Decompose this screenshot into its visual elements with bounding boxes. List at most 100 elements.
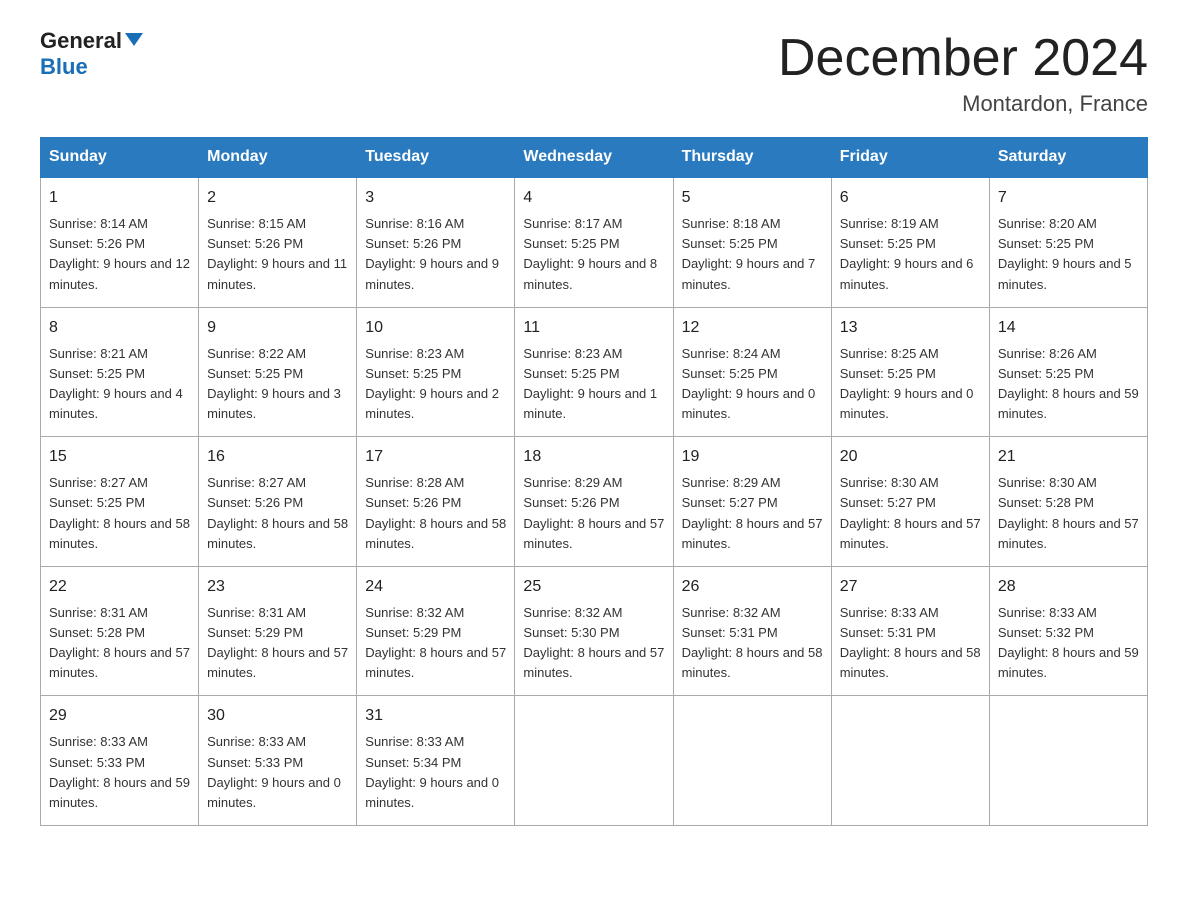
day-number: 21 — [998, 445, 1139, 469]
day-cell: 8Sunrise: 8:21 AMSunset: 5:25 PMDaylight… — [41, 307, 199, 437]
logo: General Blue — [40, 30, 143, 80]
day-number: 16 — [207, 445, 348, 469]
day-info: Sunrise: 8:33 AMSunset: 5:33 PMDaylight:… — [207, 732, 348, 813]
day-info: Sunrise: 8:27 AMSunset: 5:26 PMDaylight:… — [207, 473, 348, 554]
day-info: Sunrise: 8:33 AMSunset: 5:33 PMDaylight:… — [49, 732, 190, 813]
day-info: Sunrise: 8:19 AMSunset: 5:25 PMDaylight:… — [840, 214, 981, 295]
day-cell — [515, 696, 673, 826]
calendar-header-row: SundayMondayTuesdayWednesdayThursdayFrid… — [41, 138, 1148, 178]
day-info: Sunrise: 8:22 AMSunset: 5:25 PMDaylight:… — [207, 344, 348, 425]
day-number: 18 — [523, 445, 664, 469]
day-info: Sunrise: 8:20 AMSunset: 5:25 PMDaylight:… — [998, 214, 1139, 295]
day-number: 6 — [840, 186, 981, 210]
day-cell: 4Sunrise: 8:17 AMSunset: 5:25 PMDaylight… — [515, 177, 673, 307]
day-info: Sunrise: 8:14 AMSunset: 5:26 PMDaylight:… — [49, 214, 190, 295]
col-header-wednesday: Wednesday — [515, 138, 673, 178]
day-number: 2 — [207, 186, 348, 210]
day-cell: 28 Sunrise: 8:33 AMSunset: 5:32 PMDayligh… — [989, 566, 1147, 696]
day-cell: 9 Sunrise: 8:22 AMSunset: 5:25 PMDaylight… — [199, 307, 357, 437]
page-header: General Blue December 2024 Montardon, Fr… — [40, 30, 1148, 117]
day-cell — [831, 696, 989, 826]
day-number: 11 — [523, 316, 664, 340]
day-info: Sunrise: 8:15 AMSunset: 5:26 PMDaylight:… — [207, 214, 348, 295]
day-cell: 17 Sunrise: 8:28 AMSunset: 5:26 PMDayligh… — [357, 437, 515, 567]
day-info: Sunrise: 8:30 AMSunset: 5:27 PMDaylight:… — [840, 473, 981, 554]
day-cell: 27Sunrise: 8:33 AMSunset: 5:31 PMDayligh… — [831, 566, 989, 696]
day-number: 20 — [840, 445, 981, 469]
day-number: 10 — [365, 316, 506, 340]
day-cell: 23 Sunrise: 8:31 AMSunset: 5:29 PMDayligh… — [199, 566, 357, 696]
day-cell: 7Sunrise: 8:20 AMSunset: 5:25 PMDaylight… — [989, 177, 1147, 307]
day-cell: 26 Sunrise: 8:32 AMSunset: 5:31 PMDayligh… — [673, 566, 831, 696]
day-cell: 24Sunrise: 8:32 AMSunset: 5:29 PMDayligh… — [357, 566, 515, 696]
logo-blue: Blue — [40, 54, 88, 80]
day-info: Sunrise: 8:25 AMSunset: 5:25 PMDaylight:… — [840, 344, 981, 425]
day-info: Sunrise: 8:16 AMSunset: 5:26 PMDaylight:… — [365, 214, 506, 295]
day-number: 15 — [49, 445, 190, 469]
day-number: 3 — [365, 186, 506, 210]
week-row-3: 15 Sunrise: 8:27 AMSunset: 5:25 PMDayligh… — [41, 437, 1148, 567]
title-section: December 2024 Montardon, France — [778, 30, 1148, 117]
day-number: 12 — [682, 316, 823, 340]
day-number: 14 — [998, 316, 1139, 340]
day-info: Sunrise: 8:33 AMSunset: 5:32 PMDaylight:… — [998, 603, 1139, 684]
day-info: Sunrise: 8:32 AMSunset: 5:31 PMDaylight:… — [682, 603, 823, 684]
day-cell — [989, 696, 1147, 826]
location: Montardon, France — [778, 91, 1148, 117]
day-number: 30 — [207, 704, 348, 728]
day-cell: 2 Sunrise: 8:15 AMSunset: 5:26 PMDaylight… — [199, 177, 357, 307]
day-number: 28 — [998, 575, 1139, 599]
day-number: 9 — [207, 316, 348, 340]
day-info: Sunrise: 8:30 AMSunset: 5:28 PMDaylight:… — [998, 473, 1139, 554]
day-info: Sunrise: 8:26 AMSunset: 5:25 PMDaylight:… — [998, 344, 1139, 425]
day-cell: 30 Sunrise: 8:33 AMSunset: 5:33 PMDayligh… — [199, 696, 357, 826]
day-cell: 22Sunrise: 8:31 AMSunset: 5:28 PMDayligh… — [41, 566, 199, 696]
day-cell: 3 Sunrise: 8:16 AMSunset: 5:26 PMDaylight… — [357, 177, 515, 307]
day-number: 23 — [207, 575, 348, 599]
day-cell: 29 Sunrise: 8:33 AMSunset: 5:33 PMDayligh… — [41, 696, 199, 826]
week-row-2: 8Sunrise: 8:21 AMSunset: 5:25 PMDaylight… — [41, 307, 1148, 437]
day-info: Sunrise: 8:27 AMSunset: 5:25 PMDaylight:… — [49, 473, 190, 554]
day-number: 13 — [840, 316, 981, 340]
day-cell: 25 Sunrise: 8:32 AMSunset: 5:30 PMDayligh… — [515, 566, 673, 696]
day-number: 4 — [523, 186, 664, 210]
day-cell: 12 Sunrise: 8:24 AMSunset: 5:25 PMDayligh… — [673, 307, 831, 437]
day-cell: 13 Sunrise: 8:25 AMSunset: 5:25 PMDayligh… — [831, 307, 989, 437]
day-number: 26 — [682, 575, 823, 599]
day-cell: 10 Sunrise: 8:23 AMSunset: 5:25 PMDayligh… — [357, 307, 515, 437]
week-row-1: 1 Sunrise: 8:14 AMSunset: 5:26 PMDaylight… — [41, 177, 1148, 307]
col-header-monday: Monday — [199, 138, 357, 178]
day-number: 29 — [49, 704, 190, 728]
col-header-saturday: Saturday — [989, 138, 1147, 178]
day-number: 27 — [840, 575, 981, 599]
day-info: Sunrise: 8:32 AMSunset: 5:30 PMDaylight:… — [523, 603, 664, 684]
day-number: 22 — [49, 575, 190, 599]
day-info: Sunrise: 8:23 AMSunset: 5:25 PMDaylight:… — [365, 344, 506, 425]
day-cell: 1 Sunrise: 8:14 AMSunset: 5:26 PMDaylight… — [41, 177, 199, 307]
day-cell: 5Sunrise: 8:18 AMSunset: 5:25 PMDaylight… — [673, 177, 831, 307]
day-cell: 20 Sunrise: 8:30 AMSunset: 5:27 PMDayligh… — [831, 437, 989, 567]
day-info: Sunrise: 8:31 AMSunset: 5:29 PMDaylight:… — [207, 603, 348, 684]
day-number: 17 — [365, 445, 506, 469]
logo-triangle-icon — [125, 33, 143, 46]
day-cell: 11 Sunrise: 8:23 AMSunset: 5:25 PMDayligh… — [515, 307, 673, 437]
day-cell: 31Sunrise: 8:33 AMSunset: 5:34 PMDayligh… — [357, 696, 515, 826]
col-header-thursday: Thursday — [673, 138, 831, 178]
day-cell — [673, 696, 831, 826]
day-cell: 16 Sunrise: 8:27 AMSunset: 5:26 PMDayligh… — [199, 437, 357, 567]
col-header-friday: Friday — [831, 138, 989, 178]
day-info: Sunrise: 8:23 AMSunset: 5:25 PMDaylight:… — [523, 344, 664, 425]
day-cell: 14 Sunrise: 8:26 AMSunset: 5:25 PMDayligh… — [989, 307, 1147, 437]
day-number: 8 — [49, 316, 190, 340]
logo-general: General — [40, 30, 143, 52]
day-cell: 19Sunrise: 8:29 AMSunset: 5:27 PMDayligh… — [673, 437, 831, 567]
col-header-sunday: Sunday — [41, 138, 199, 178]
day-info: Sunrise: 8:28 AMSunset: 5:26 PMDaylight:… — [365, 473, 506, 554]
day-number: 25 — [523, 575, 664, 599]
day-number: 31 — [365, 704, 506, 728]
day-number: 1 — [49, 186, 190, 210]
day-cell: 6 Sunrise: 8:19 AMSunset: 5:25 PMDaylight… — [831, 177, 989, 307]
week-row-4: 22Sunrise: 8:31 AMSunset: 5:28 PMDayligh… — [41, 566, 1148, 696]
day-info: Sunrise: 8:24 AMSunset: 5:25 PMDaylight:… — [682, 344, 823, 425]
day-info: Sunrise: 8:18 AMSunset: 5:25 PMDaylight:… — [682, 214, 823, 295]
